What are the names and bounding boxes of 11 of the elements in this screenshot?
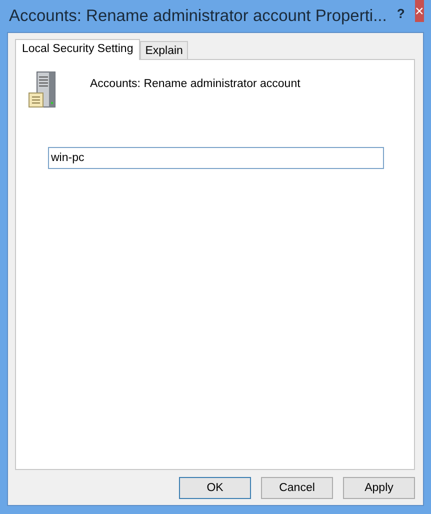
server-icon (28, 71, 58, 109)
tab[interactable]: Local Security Setting (15, 39, 140, 60)
help-button[interactable]: ? (386, 2, 415, 24)
input-field[interactable]: win-pc (48, 147, 384, 169)
tab[interactable]: Explain (140, 41, 188, 59)
dialog-button[interactable]: Cancel (261, 477, 333, 499)
dialog-button[interactable]: Apply (343, 477, 415, 499)
policy-name: Accounts: Rename administrator account (90, 78, 300, 90)
close-button[interactable]: × (414, 0, 424, 22)
dialog-button[interactable]: OK (179, 477, 251, 499)
window-title: Accounts: Rename administrator account Properti... (8, 6, 387, 26)
